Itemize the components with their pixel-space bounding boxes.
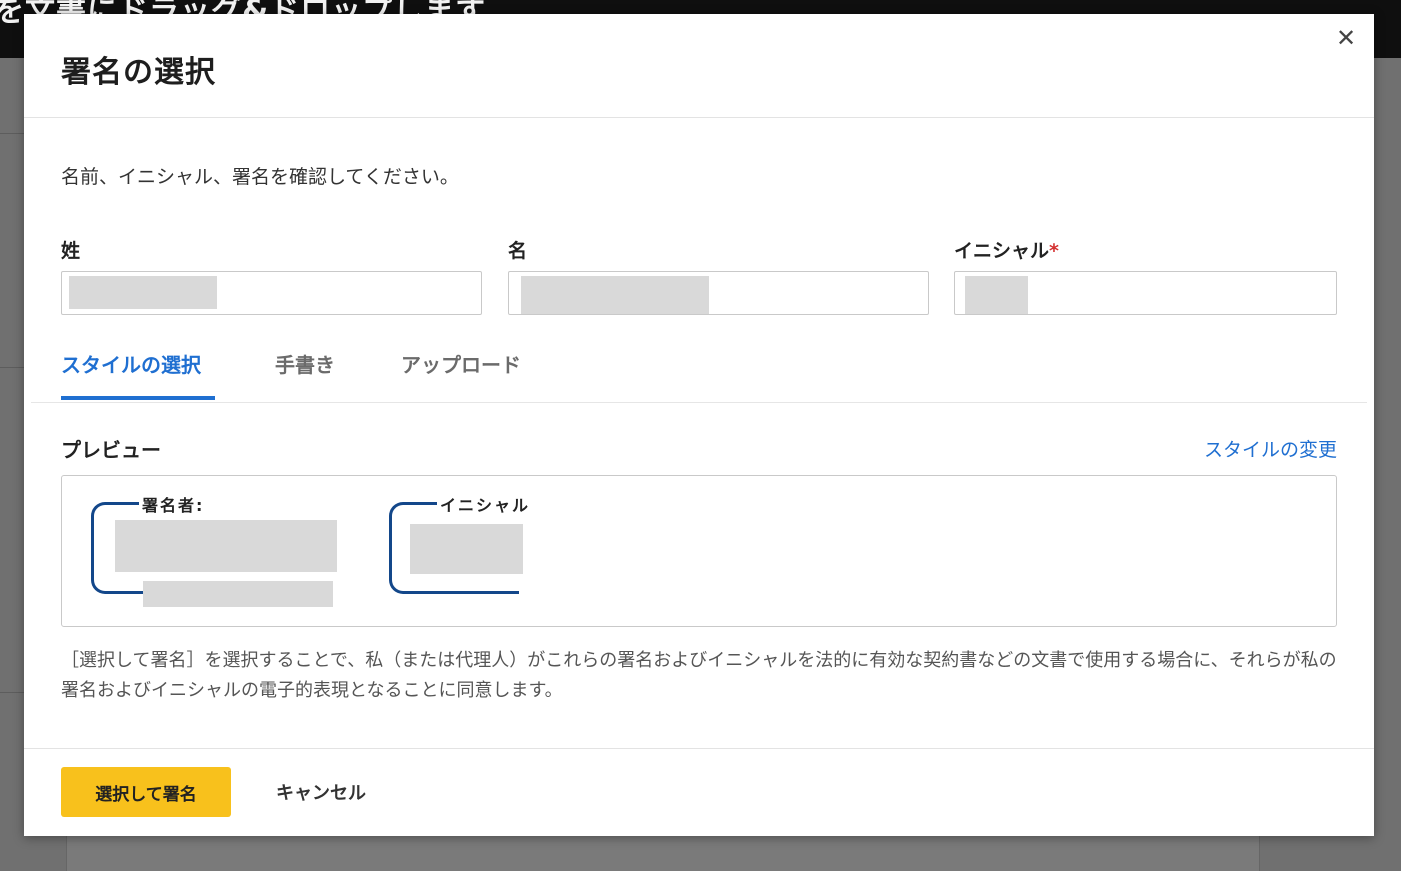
signature-method-tabs: スタイルの選択 手書き アップロード [31,339,1367,403]
tab-handwriting[interactable]: 手書き [275,349,335,395]
dialog-footer: 選択して署名 キャンセル [24,748,1374,837]
instruction-text: 名前、イニシャル、署名を確認してください。 [61,166,459,188]
signature-caption: 署名者: [139,492,208,516]
background-divider [0,133,24,134]
dialog-header: 署名の選択 ✕ [24,14,1374,118]
redacted-initials [410,524,523,574]
initials-field[interactable] [954,271,1337,315]
required-asterisk: * [1049,240,1059,262]
first-name-field[interactable] [508,271,929,315]
redacted-value [69,276,217,309]
select-and-sign-button[interactable]: 選択して署名 [61,767,231,817]
signature-preview-box: 署名者: イニシャル [61,475,1337,627]
redacted-signature-id [143,581,333,607]
tab-select-style[interactable]: スタイルの選択 [61,349,201,395]
initials-label: イニシャル* [954,236,1059,263]
dialog-title: 署名の選択 [61,55,216,90]
tab-upload[interactable]: アップロード [401,349,521,395]
redacted-value [965,276,1028,314]
first-name-label: 名 [508,240,528,262]
preview-heading: プレビュー [61,438,161,462]
redacted-value [521,276,709,314]
signature-preview: 署名者: [91,492,351,607]
cancel-button[interactable]: キャンセル [264,767,378,817]
initials-preview: イニシャル [389,492,549,598]
background-divider [0,367,24,368]
change-style-link[interactable]: スタイルの変更 [1204,435,1337,462]
consent-text: ［選択して署名］を選択することで、私（または代理人）がこれらの署名およびイニシャ… [61,650,1337,701]
redacted-signature [115,520,337,572]
active-tab-indicator [61,396,215,400]
select-signature-dialog: 署名の選択 ✕ 名前、イニシャル、署名を確認してください。 姓 名 イニシャル*… [24,14,1374,836]
initials-caption: イニシャル [437,492,534,516]
close-icon[interactable]: ✕ [1332,24,1360,52]
initials-label-text: イニシャル [954,240,1050,262]
last-name-field[interactable] [61,271,482,315]
background-divider [0,692,24,693]
last-name-label: 姓 [61,240,81,262]
